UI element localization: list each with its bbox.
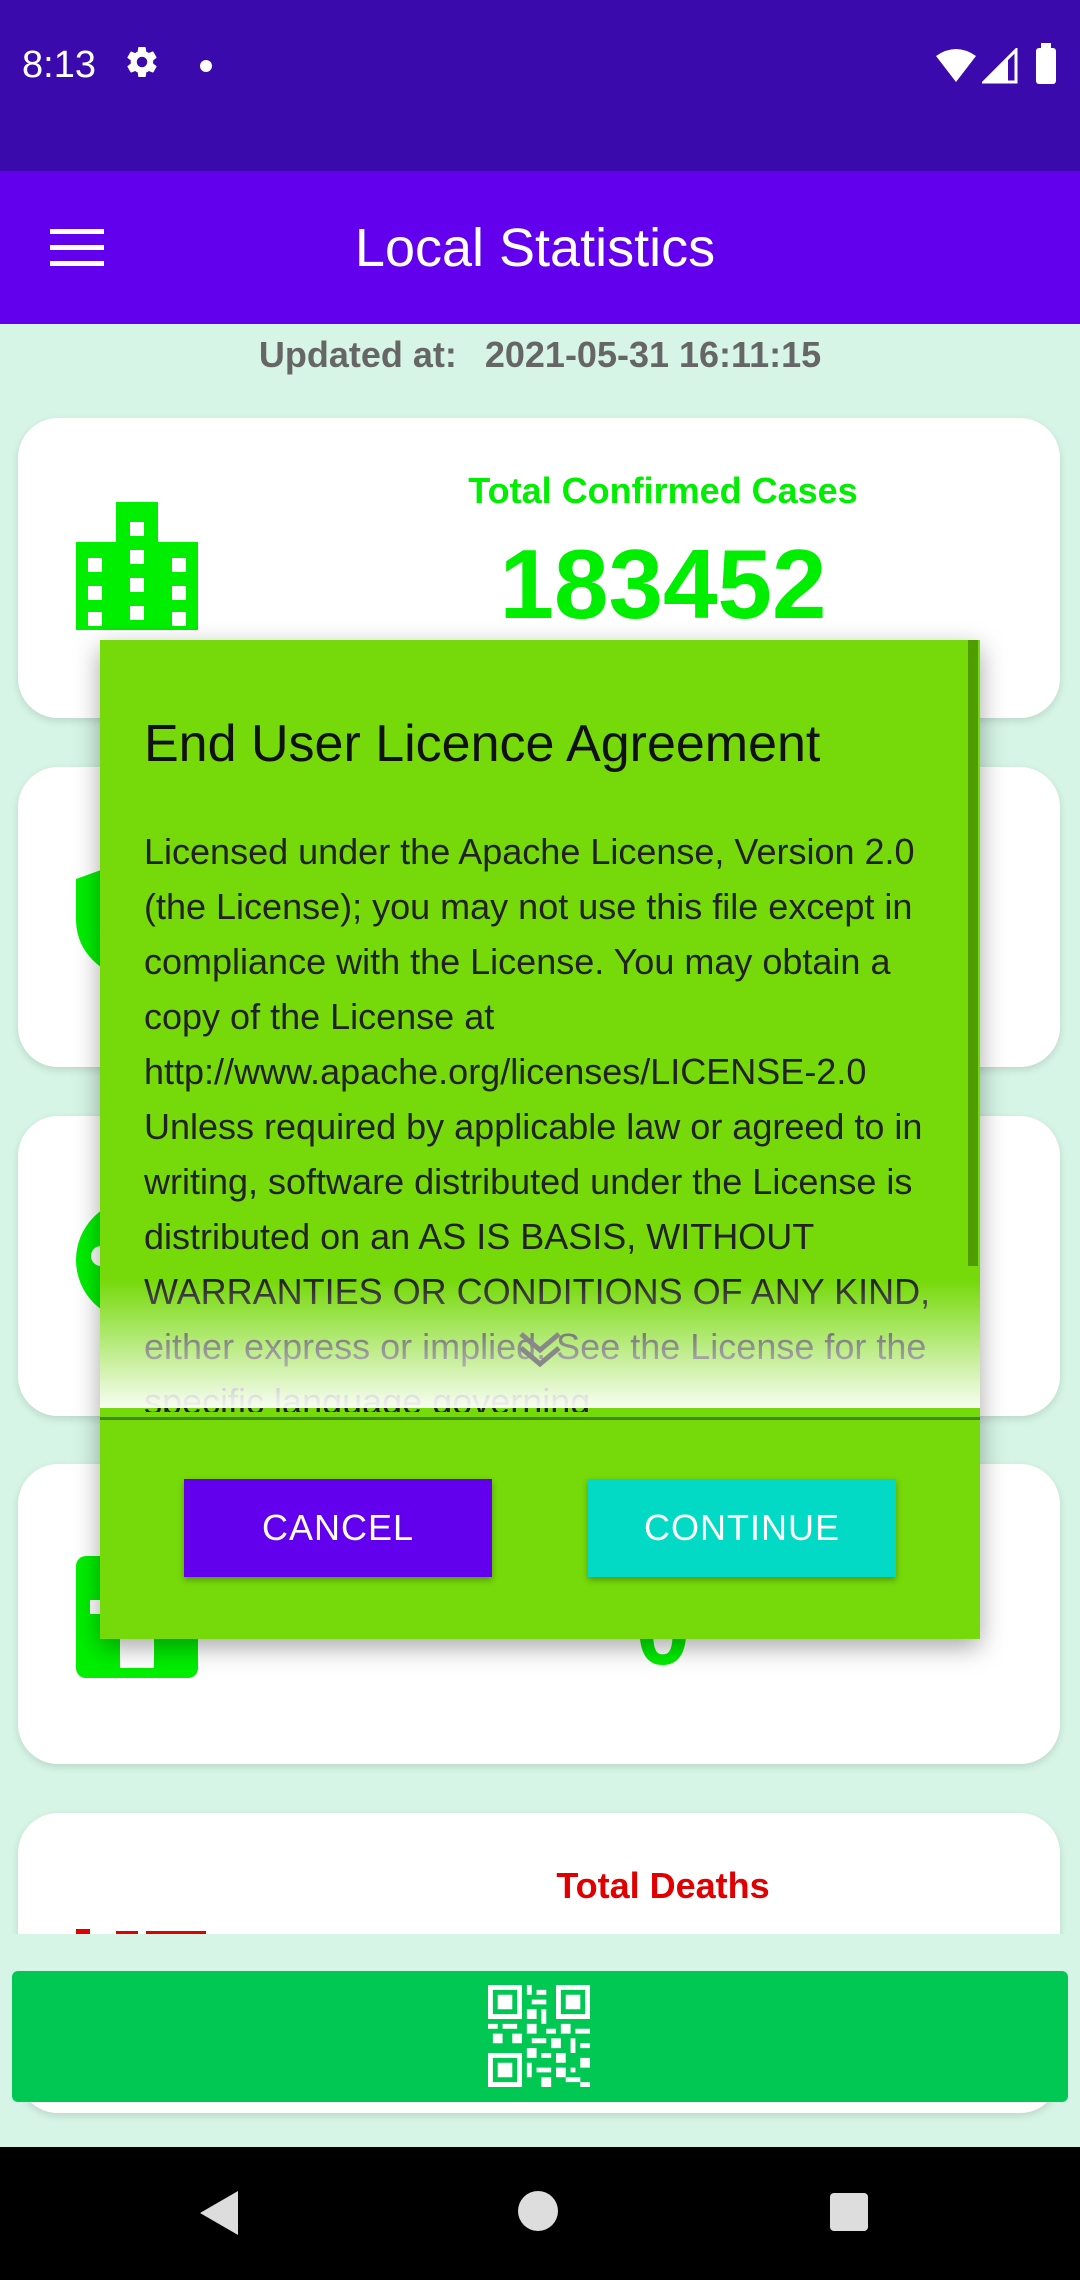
app-bar: Local Statistics [0,171,1080,324]
updated-value: 2021-05-31 16:11:15 [484,334,822,375]
double-chevron-down-icon[interactable] [517,1330,563,1375]
battery-icon [1036,43,1056,84]
continue-button[interactable]: CONTINUE [588,1479,896,1577]
notification-dot [200,60,212,72]
back-icon[interactable] [200,2191,238,2235]
wifi-icon [936,48,976,89]
cancel-button[interactable]: CANCEL [184,1479,492,1577]
list-clip-area [0,1934,1080,1971]
qr-scan-button[interactable] [12,1971,1068,2102]
dialog-divider [100,1417,980,1420]
dialog-title: End User Licence Agreement [144,715,821,773]
building-icon [76,502,198,635]
dialog-scrollbar[interactable] [968,640,978,1266]
status-time: 8:13 [22,44,96,86]
card-title: Total Deaths [556,1865,770,1906]
qr-code-icon [488,1985,590,2092]
eula-dialog: End User Licence Agreement Licensed unde… [100,640,980,1639]
page-title: Local Statistics [354,218,716,278]
system-nav-bar [0,2147,1080,2280]
card-value: 183452 [499,529,827,639]
gear-icon [124,44,160,85]
recents-icon[interactable] [830,2193,868,2231]
updated-at: Updated at: 2021-05-31 16:11:15 [0,334,1080,376]
card-title: Total Confirmed Cases [468,470,858,511]
status-bar: 8:13 [0,0,1080,171]
updated-label: Updated at: [258,334,457,375]
signal-icon [980,46,1018,89]
home-icon[interactable] [518,2191,558,2231]
